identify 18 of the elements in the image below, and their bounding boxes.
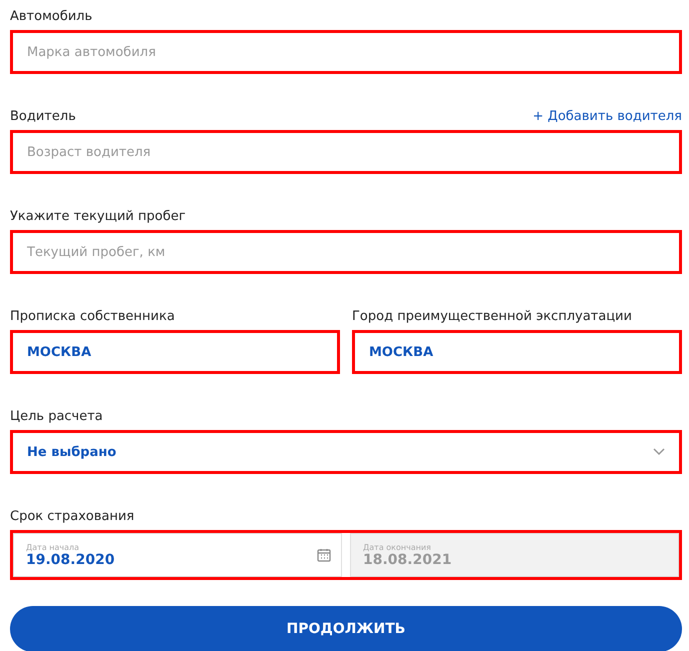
- field-label: Автомобиль: [10, 9, 92, 24]
- chevron-down-icon: [653, 448, 665, 456]
- date-field[interactable]: Дата начала 19.08.2020: [13, 533, 342, 577]
- field-label: Прописка собственника: [10, 309, 175, 324]
- field-label: Водитель: [10, 109, 76, 124]
- field-label: Город преимущественной эксплуатации: [352, 309, 632, 324]
- field-label: Срок страхования: [10, 509, 134, 524]
- field-label: Укажите текущий пробег: [10, 209, 186, 224]
- input-field[interactable]: МОСКВА: [10, 330, 340, 374]
- continue-button[interactable]: ПРОДОЛЖИТЬ: [10, 606, 682, 651]
- input-field[interactable]: Текущий пробег, км: [10, 230, 682, 274]
- input-field[interactable]: МОСКВА: [352, 330, 682, 374]
- add-driver-link[interactable]: + Добавить водителя: [532, 109, 682, 124]
- input-field[interactable]: Возраст водителя: [10, 130, 682, 174]
- select-field[interactable]: Не выбрано: [10, 430, 682, 474]
- input-field[interactable]: Марка автомобиля: [10, 30, 682, 74]
- calendar-icon: [317, 548, 331, 562]
- field-label: Цель расчета: [10, 409, 103, 424]
